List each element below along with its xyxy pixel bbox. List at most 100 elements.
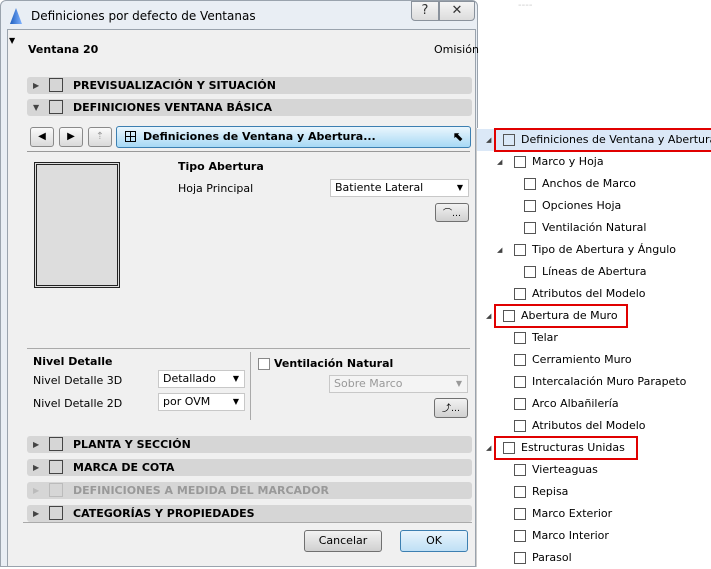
- tree-item[interactable]: Cerramiento Muro: [477, 349, 711, 371]
- tree-item[interactable]: Marco Interior: [477, 525, 711, 547]
- plan-section-icon: [49, 437, 63, 451]
- section-label: DEFINICIONES A MEDIDA DEL MARCADOR: [73, 484, 329, 497]
- background-dashes: ----: [518, 0, 533, 11]
- tree-item-icon: [514, 156, 526, 168]
- tree-item-icon: [524, 222, 536, 234]
- tree-item-label: Tipo de Abertura y Ángulo: [532, 243, 676, 256]
- leaf-type-select[interactable]: Batiente Lateral ▼: [330, 179, 469, 197]
- settings-tree-panel: ◢ Definiciones de Ventana y Abertura ◢ Marc…: [476, 128, 711, 567]
- vertical-divider: [250, 352, 251, 420]
- dimension-marker-icon: [49, 460, 63, 474]
- prev-page-button[interactable]: ◀: [30, 127, 54, 147]
- tree-item[interactable]: Atributos del Modelo: [477, 283, 711, 305]
- tree-item-label: Opciones Hoja: [542, 199, 622, 212]
- tree-item[interactable]: Vierteaguas: [477, 459, 711, 481]
- section-label: PREVISUALIZACIÓN Y SITUACIÓN: [73, 79, 276, 92]
- divider: [23, 522, 472, 523]
- ok-button[interactable]: OK: [400, 530, 468, 552]
- tree-item-icon: [514, 464, 526, 476]
- section-preview[interactable]: ▶ PREVISUALIZACIÓN Y SITUACIÓN: [27, 77, 472, 94]
- ventilation-checkbox[interactable]: [258, 358, 270, 370]
- tree-item[interactable]: Intercalación Muro Parapeto: [477, 371, 711, 393]
- divider: [27, 151, 470, 152]
- chevron-down-icon: ▼: [455, 379, 462, 388]
- close-button[interactable]: ✕: [439, 1, 475, 21]
- parent-page-button[interactable]: ⇡: [88, 127, 112, 147]
- opening-heading: Tipo Abertura: [178, 160, 264, 173]
- tree-item[interactable]: Atributos del Modelo: [477, 415, 711, 437]
- collapse-arrow-icon[interactable]: ▼: [9, 36, 15, 45]
- tree-item-label: Marco Exterior: [532, 507, 613, 520]
- chevron-down-icon: ▼: [232, 397, 239, 406]
- tree-item[interactable]: ◢ Tipo de Abertura y Ángulo: [477, 239, 711, 261]
- help-button[interactable]: ?: [411, 1, 439, 21]
- tree-item[interactable]: Líneas de Abertura: [477, 261, 711, 283]
- ventilation-select[interactable]: Sobre Marco ▼: [329, 375, 468, 393]
- expanded-triangle-icon[interactable]: ◢: [497, 151, 502, 173]
- section-plan-section[interactable]: ▶ PLANTA Y SECCIÓN: [27, 436, 472, 453]
- detail-2d-select[interactable]: por OVM ▼: [158, 393, 245, 411]
- ventilation-settings-button[interactable]: ⤴…: [434, 398, 468, 418]
- window-grid-icon: [125, 131, 136, 142]
- opening-angle-button[interactable]: ⌒…: [435, 203, 469, 222]
- tree-item[interactable]: Ventilación Natural: [477, 217, 711, 239]
- expand-icon: ▶: [33, 440, 40, 449]
- detail-3d-label: Nivel Detalle 3D: [33, 374, 123, 387]
- highlight-box: [494, 128, 711, 152]
- tree-item-icon: [524, 266, 536, 278]
- tree-item-icon: [524, 200, 536, 212]
- section-label: PLANTA Y SECCIÓN: [73, 438, 191, 451]
- tree-item[interactable]: Arco Albañilería: [477, 393, 711, 415]
- tree-item-label: Vierteaguas: [532, 463, 598, 476]
- ventilation-label: Ventilación Natural: [274, 357, 394, 370]
- detail-3d-select[interactable]: Detallado ▼: [158, 370, 245, 388]
- tree-item[interactable]: Parasol: [477, 547, 711, 569]
- tree-item-icon: [514, 332, 526, 344]
- tree-item-icon: [514, 354, 526, 366]
- object-name: Ventana 20: [28, 43, 99, 56]
- chevron-down-icon: ▼: [232, 374, 239, 383]
- section-categories[interactable]: ▶ CATEGORÍAS Y PROPIEDADES: [27, 505, 472, 522]
- section-dimension-marker[interactable]: ▶ MARCA DE COTA: [27, 459, 472, 476]
- tree-item-icon: [514, 398, 526, 410]
- chevron-down-icon: ▼: [456, 183, 463, 192]
- tree-item-label: Parasol: [532, 551, 572, 564]
- tree-item-icon: [524, 178, 536, 190]
- tree-item[interactable]: Opciones Hoja: [477, 195, 711, 217]
- tree-item-label: Anchos de Marco: [542, 177, 637, 190]
- page-selector-dropdown[interactable]: Definiciones de Ventana y Abertura... ⬉: [116, 126, 471, 148]
- expanded-triangle-icon[interactable]: ◢: [486, 129, 491, 151]
- expanded-triangle-icon[interactable]: ◢: [486, 437, 491, 459]
- tree-item-icon: [514, 508, 526, 520]
- section-label: DEFINICIONES VENTANA BÁSICA: [73, 101, 272, 114]
- tree-item[interactable]: Marco Exterior: [477, 503, 711, 525]
- tree-item-label: Atributos del Modelo: [532, 419, 646, 432]
- tree-item-label: Repisa: [532, 485, 569, 498]
- leaf-type-value: Batiente Lateral: [335, 181, 424, 194]
- tree-item[interactable]: Anchos de Marco: [477, 173, 711, 195]
- tree-item-label: Marco Interior: [532, 529, 609, 542]
- section-label: MARCA DE COTA: [73, 461, 175, 474]
- preview-icon: [49, 78, 63, 92]
- expanded-triangle-icon[interactable]: ◢: [497, 239, 502, 261]
- tree-item[interactable]: Repisa: [477, 481, 711, 503]
- tree-item-label: Cerramiento Muro: [532, 353, 632, 366]
- ventilation-value: Sobre Marco: [334, 377, 403, 390]
- list-icon: [49, 506, 63, 520]
- marker-settings-icon: [49, 483, 63, 497]
- next-page-button[interactable]: ▶: [59, 127, 83, 147]
- cancel-button[interactable]: Cancelar: [304, 530, 382, 552]
- expanded-triangle-icon[interactable]: ◢: [486, 305, 491, 327]
- default-label: Omisión: [434, 43, 479, 56]
- expand-icon: ▶: [33, 509, 40, 518]
- tree-item-label: Ventilación Natural: [542, 221, 647, 234]
- tree-item-label: Intercalación Muro Parapeto: [532, 375, 687, 388]
- tree-item-icon: [514, 530, 526, 542]
- tree-item-icon: [514, 552, 526, 564]
- section-basic-settings[interactable]: ▼ DEFINICIONES VENTANA BÁSICA: [27, 99, 472, 116]
- tree-item-label: Atributos del Modelo: [532, 287, 646, 300]
- tree-item[interactable]: ◢ Marco y Hoja: [477, 151, 711, 173]
- tree-item[interactable]: Telar: [477, 327, 711, 349]
- cursor-icon: ⬉: [453, 130, 464, 145]
- tree-item-icon: [514, 420, 526, 432]
